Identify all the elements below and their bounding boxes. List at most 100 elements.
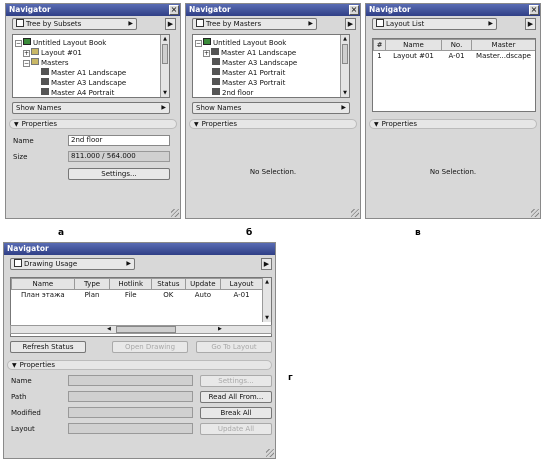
- tree-item-label: Master A3 Landscape: [222, 59, 298, 67]
- tree-item-label: Untitled Layout Book: [33, 39, 107, 47]
- view-select[interactable]: Tree by Subsets ▶: [12, 18, 137, 30]
- name-field[interactable]: 2nd floor: [68, 135, 170, 146]
- tree-item-label: Master A3 Portrait: [222, 79, 286, 87]
- update-all-button[interactable]: Update All: [200, 423, 272, 435]
- tree-item[interactable]: Master A3 Portrait: [212, 78, 285, 87]
- break-all-button[interactable]: Break All: [200, 407, 272, 419]
- col-header-no[interactable]: No.: [441, 39, 472, 51]
- go-to-layout-button[interactable]: Go To Layout: [196, 341, 272, 353]
- navigator-panel-c: Navigator × Layout List ▶ ▶ # Name No. Ma…: [365, 3, 541, 219]
- tree-item-label: Master A1 Landscape: [221, 49, 297, 57]
- show-names-label: Show Names: [16, 104, 62, 112]
- scroll-up-icon[interactable]: ▲: [161, 35, 169, 43]
- properties-bar[interactable]: ▼ Properties: [189, 119, 357, 129]
- tree-item[interactable]: − Masters: [23, 58, 69, 67]
- scroll-thumb[interactable]: [162, 44, 168, 64]
- layout-table: # Name No. Master 1 Layout #01 A-01 Mast…: [373, 39, 536, 61]
- dropdown-arrow-icon: ▶: [488, 20, 493, 27]
- resize-grip-icon[interactable]: [531, 209, 539, 217]
- tree-view[interactable]: − Untitled Layout Book + Master A1 Landsca…: [192, 34, 350, 98]
- properties-bar[interactable]: ▼ Properties: [369, 119, 537, 129]
- tree-item[interactable]: − Untitled Layout Book: [15, 38, 106, 47]
- view-select[interactable]: Tree by Masters ▶: [192, 18, 317, 30]
- col-header-name[interactable]: Name: [11, 278, 75, 290]
- scroll-down-icon[interactable]: ▼: [263, 314, 271, 322]
- no-selection-text: No Selection.: [249, 168, 297, 176]
- layout-list[interactable]: # Name No. Master 1 Layout #01 A-01 Mast…: [372, 38, 536, 112]
- tree-item[interactable]: Master A4 Portrait: [41, 88, 114, 97]
- refresh-status-button[interactable]: Refresh Status: [10, 341, 86, 353]
- tree-item[interactable]: − Untitled Layout Book: [195, 38, 286, 47]
- properties-bar[interactable]: ▼ Properties: [9, 119, 177, 129]
- col-header-master[interactable]: Master: [471, 39, 535, 51]
- table-header-row: # Name No. Master: [373, 39, 535, 51]
- view-select[interactable]: Drawing Usage ▶: [10, 258, 135, 270]
- table-row[interactable]: 1 Layout #01 A-01 Master...dscape: [374, 51, 536, 61]
- col-header-layout[interactable]: Layout: [220, 278, 263, 290]
- tree-item-label: 2nd floor: [222, 89, 254, 97]
- tree-item[interactable]: Master A3 Landscape: [41, 78, 126, 87]
- scroll-down-icon[interactable]: ▼: [161, 89, 169, 97]
- master-icon: [211, 48, 219, 55]
- scroll-thumb[interactable]: [342, 44, 348, 64]
- close-icon[interactable]: ×: [529, 5, 539, 15]
- scroll-up-icon[interactable]: ▲: [263, 278, 271, 286]
- tree-item[interactable]: 2nd floor: [212, 88, 253, 97]
- view-select[interactable]: Layout List ▶: [372, 18, 497, 30]
- view-select-label: Tree by Masters: [206, 20, 262, 28]
- side-arrow-button[interactable]: ▶: [345, 18, 356, 30]
- side-arrow-button[interactable]: ▶: [165, 18, 176, 30]
- cell-no: A-01: [448, 51, 465, 60]
- cell-name: Layout #01: [393, 51, 434, 60]
- collapse-triangle-icon: ▼: [14, 121, 19, 128]
- list-view-icon: [376, 19, 384, 27]
- caption-g: г: [288, 373, 293, 383]
- name-label: Name: [13, 137, 34, 145]
- scroll-right-icon[interactable]: ▶: [218, 326, 222, 333]
- show-names-button[interactable]: Show Names ▶: [192, 102, 350, 114]
- tree-view[interactable]: − Untitled Layout Book + Layout #01 − Maste…: [12, 34, 170, 98]
- properties-label: Properties: [21, 120, 58, 128]
- cell-number: 1: [377, 51, 382, 60]
- scroll-thumb[interactable]: [116, 326, 176, 333]
- read-all-from-button[interactable]: Read All From...: [200, 391, 272, 403]
- window-title: Navigator: [4, 243, 275, 255]
- book-icon: [203, 38, 211, 45]
- col-header-number[interactable]: #: [373, 39, 386, 51]
- scroll-up-icon[interactable]: ▲: [341, 35, 349, 43]
- resize-grip-icon[interactable]: [171, 209, 179, 217]
- cell-type: Plan: [84, 290, 100, 299]
- properties-bar[interactable]: ▼ Properties: [7, 360, 272, 370]
- side-arrow-button[interactable]: ▶: [261, 258, 272, 270]
- close-icon[interactable]: ×: [349, 5, 359, 15]
- scroll-down-icon[interactable]: ▼: [341, 89, 349, 97]
- resize-grip-icon[interactable]: [266, 449, 274, 457]
- tree-item[interactable]: Master A3 Landscape: [212, 58, 297, 67]
- show-names-button[interactable]: Show Names ▶: [12, 102, 170, 114]
- settings-button[interactable]: Settings...: [68, 168, 170, 180]
- list-scrollbar[interactable]: ▲ ▼: [262, 278, 271, 322]
- horizontal-scrollbar[interactable]: ◀ ▶: [10, 325, 272, 334]
- col-header-name[interactable]: Name: [385, 39, 442, 51]
- tree-item[interactable]: Master A1 Landscape: [41, 68, 126, 77]
- tree-scrollbar[interactable]: ▲ ▼: [160, 35, 169, 97]
- layout-icon: [41, 78, 49, 85]
- tree-item[interactable]: + Layout #01: [23, 48, 82, 57]
- window-title: Navigator: [6, 4, 180, 16]
- settings-button[interactable]: Settings...: [200, 375, 272, 387]
- tree-scrollbar[interactable]: ▲ ▼: [340, 35, 349, 97]
- tree-item[interactable]: + Master A1 Landscape: [203, 48, 296, 57]
- side-arrow-button[interactable]: ▶: [525, 18, 536, 30]
- col-header-status[interactable]: Status: [151, 278, 186, 290]
- path-label: Path: [11, 393, 27, 401]
- open-drawing-button[interactable]: Open Drawing: [112, 341, 188, 353]
- tree-item[interactable]: Master A1 Portrait: [212, 68, 285, 77]
- resize-grip-icon[interactable]: [351, 209, 359, 217]
- close-icon[interactable]: ×: [169, 5, 179, 15]
- col-header-hotlink[interactable]: Hotlink: [109, 278, 153, 290]
- col-header-update[interactable]: Update: [184, 278, 222, 290]
- col-header-type[interactable]: Type: [73, 278, 111, 290]
- drawing-usage-icon: [14, 259, 22, 267]
- table-row[interactable]: План этажа Plan File OK Auto A-01: [12, 290, 263, 300]
- scroll-left-icon[interactable]: ◀: [107, 326, 111, 333]
